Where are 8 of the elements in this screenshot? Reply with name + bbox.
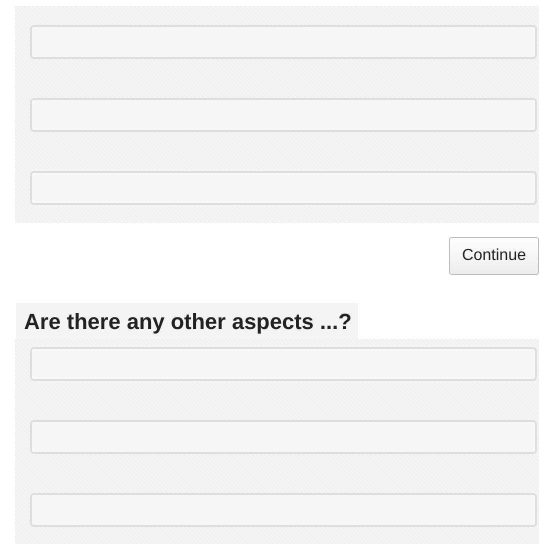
input-field[interactable] (30, 25, 537, 59)
continue-button[interactable]: Continue (448, 237, 539, 275)
input-field[interactable] (30, 347, 537, 382)
question-heading: Are there any other aspects ...? (16, 303, 358, 340)
input-field[interactable] (30, 420, 537, 454)
input-field[interactable] (30, 98, 537, 132)
input-field[interactable] (30, 171, 537, 205)
input-field[interactable] (30, 493, 537, 528)
